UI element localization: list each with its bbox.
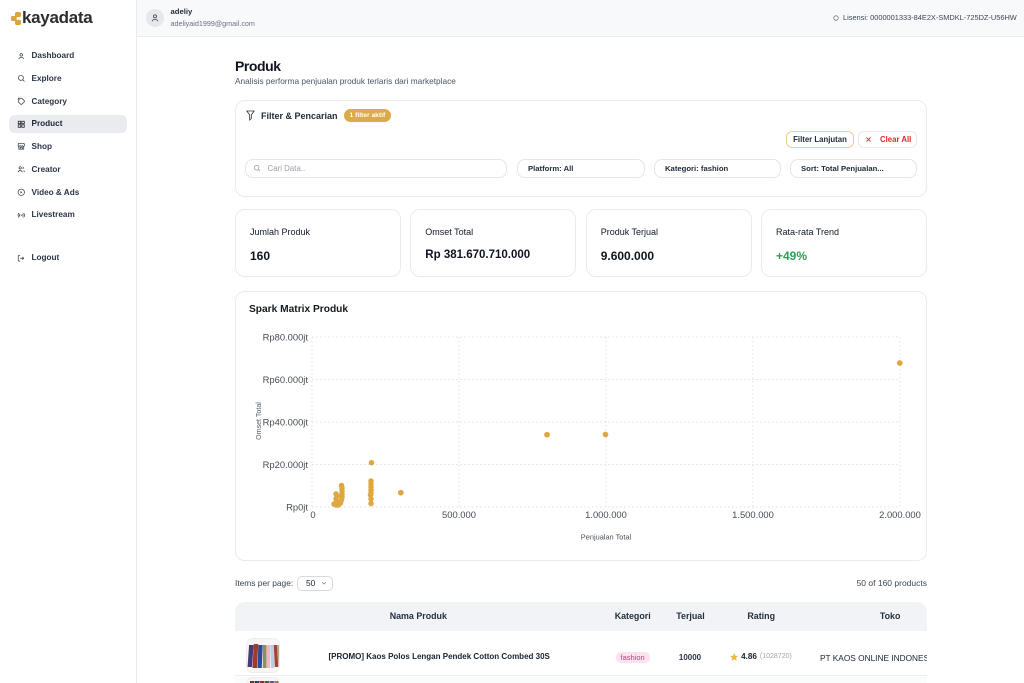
svg-text:Rp80.000jt: Rp80.000jt bbox=[263, 331, 309, 342]
svg-text:1.000.000: 1.000.000 bbox=[585, 509, 627, 520]
svg-text:Rp0jt: Rp0jt bbox=[286, 501, 308, 512]
svg-text:Rp40.000jt: Rp40.000jt bbox=[263, 416, 309, 427]
svg-text:Omset Total: Omset Total bbox=[255, 402, 263, 440]
svg-text:1.500.000: 1.500.000 bbox=[732, 509, 774, 520]
svg-text:500.000: 500.000 bbox=[442, 509, 476, 520]
svg-text:0: 0 bbox=[310, 509, 315, 520]
svg-text:Rp60.000jt: Rp60.000jt bbox=[263, 374, 309, 385]
svg-text:Penjualan Total: Penjualan Total bbox=[581, 533, 632, 542]
svg-text:Rp20.000jt: Rp20.000jt bbox=[263, 459, 309, 470]
svg-text:2.000.000: 2.000.000 bbox=[879, 509, 921, 520]
